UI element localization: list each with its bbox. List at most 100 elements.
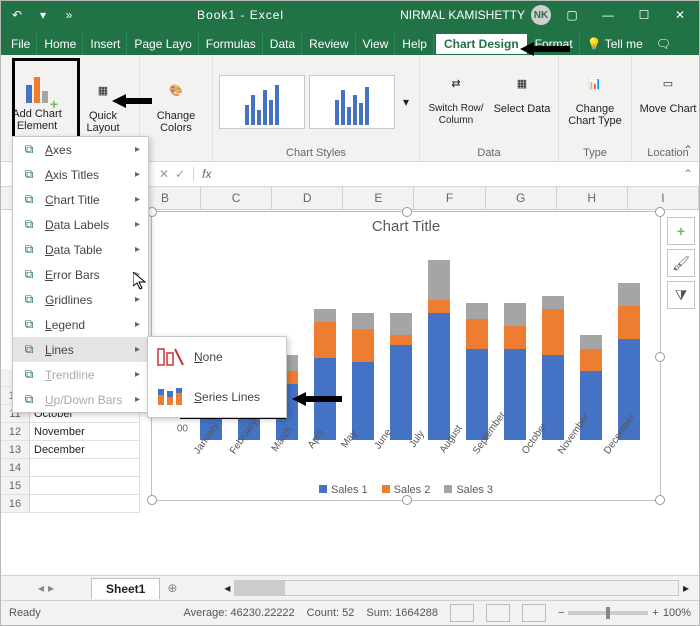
bar-segment[interactable] [314, 322, 336, 358]
submenu-item-series-lines[interactable]: Series Lines [148, 377, 286, 417]
select-data-button[interactable]: ▦ Select Data [492, 65, 552, 139]
bar-segment[interactable] [390, 335, 412, 345]
change-chart-type-button[interactable]: 📊 Change Chart Type [565, 65, 625, 139]
switch-row-column-button[interactable]: ⇄ Switch Row/ Column [426, 65, 486, 139]
menu-item-axis-titles[interactable]: ⧉Axis Titles▸ [13, 162, 148, 187]
menu-item-data-labels[interactable]: ⧉Data Labels▸ [13, 212, 148, 237]
resize-handle[interactable] [655, 495, 665, 505]
sheet-tab-sheet1[interactable]: Sheet1 [91, 578, 160, 599]
chart-style-1[interactable] [219, 75, 305, 129]
minimize-button[interactable]: — [593, 5, 623, 25]
tab-formulas[interactable]: Formulas [200, 33, 263, 55]
bar-segment[interactable] [390, 313, 412, 336]
bar-segment[interactable] [428, 300, 450, 313]
row-14[interactable]: 14 [1, 459, 30, 477]
menu-item-lines[interactable]: ⧉Lines▸ [13, 337, 148, 362]
tab-chart-design[interactable]: Chart Design [435, 33, 528, 55]
user-avatar[interactable]: NK [531, 5, 551, 25]
resize-handle[interactable] [402, 495, 412, 505]
bar-segment[interactable] [428, 260, 450, 299]
tab-data[interactable]: Data [264, 33, 302, 55]
chart-styles-more-button[interactable]: ▾ [399, 95, 413, 109]
collapse-ribbon-button[interactable]: ⌃ [683, 143, 693, 157]
row-15[interactable]: 15 [1, 477, 30, 495]
menu-item-axes[interactable]: ⧉Axes▸ [13, 137, 148, 162]
bar-segment[interactable] [504, 326, 526, 349]
enter-icon[interactable]: ✓ [175, 167, 185, 181]
resize-handle[interactable] [655, 207, 665, 217]
tab-insert[interactable]: Insert [84, 33, 127, 55]
bar-segment[interactable] [580, 335, 602, 348]
menu-item-error-bars[interactable]: ⧉Error Bars▸ [13, 262, 148, 287]
bar-segment[interactable] [466, 319, 488, 348]
bar-segment[interactable] [428, 313, 450, 440]
row-13[interactable]: 13 [1, 441, 30, 459]
menu-item-chart-title[interactable]: ⧉Chart Title▸ [13, 187, 148, 212]
fx-label[interactable]: fx [194, 167, 219, 181]
qat-more-button[interactable]: » [57, 5, 81, 25]
col-e[interactable]: E [343, 187, 414, 209]
bar-segment[interactable] [466, 349, 488, 440]
view-normal-button[interactable] [450, 604, 474, 622]
add-chart-element-button[interactable]: + Add Chart Element ▾ [7, 72, 67, 146]
col-d[interactable]: D [272, 187, 343, 209]
cell-a12[interactable]: November [30, 423, 140, 441]
quick-layout-button[interactable]: ▦ Quick Layout [73, 72, 133, 146]
add-sheet-button[interactable]: ⊕ [160, 581, 184, 595]
undo-button[interactable]: ↶ [5, 5, 29, 25]
sheet-nav-first[interactable]: ◂ [38, 581, 44, 595]
bar-segment[interactable] [466, 303, 488, 319]
bar-segment[interactable] [542, 296, 564, 309]
resize-handle[interactable] [402, 207, 412, 217]
maximize-button[interactable]: ☐ [629, 5, 659, 25]
tell-me[interactable]: 💡 Tell me [581, 33, 649, 55]
bar-segment[interactable] [618, 306, 640, 339]
bar-segment[interactable] [504, 303, 526, 326]
chart-styles-button[interactable]: 🖌 [667, 249, 695, 277]
chart-style-2[interactable] [309, 75, 395, 129]
chart-elements-button[interactable]: + [667, 217, 695, 245]
col-i[interactable]: I [628, 187, 699, 209]
tab-view[interactable]: View [357, 33, 396, 55]
tab-file[interactable]: File [5, 33, 37, 55]
row-12[interactable]: 12 [1, 423, 30, 441]
move-chart-button[interactable]: ▭ Move Chart [638, 65, 698, 139]
sheet-nav-prev[interactable]: ▸ [48, 581, 54, 595]
cell-a13[interactable]: December [30, 441, 140, 459]
redo-button[interactable]: ▾ [31, 5, 55, 25]
resize-handle[interactable] [655, 352, 665, 362]
zoom-level[interactable]: 100% [663, 607, 691, 619]
view-page-break-button[interactable] [522, 604, 546, 622]
col-f[interactable]: F [414, 187, 485, 209]
menu-item-legend[interactable]: ⧉Legend▸ [13, 312, 148, 337]
tab-help[interactable]: Help [396, 33, 434, 55]
zoom-control[interactable]: −+ 100% [558, 607, 691, 619]
name-box[interactable]: ✕ ✓ [151, 167, 194, 181]
comments-button[interactable]: 🗨 [650, 33, 677, 55]
resize-handle[interactable] [147, 495, 157, 505]
bar-segment[interactable] [542, 309, 564, 355]
chart-filters-button[interactable]: ⧩ [667, 281, 695, 309]
tab-page-layout[interactable]: Page Layo [128, 33, 198, 55]
cancel-icon[interactable]: ✕ [159, 167, 169, 181]
bar-segment[interactable] [580, 349, 602, 372]
bar-segment[interactable] [352, 329, 374, 362]
submenu-item-none[interactable]: None [148, 337, 286, 377]
tab-home[interactable]: Home [38, 33, 83, 55]
bar-segment[interactable] [314, 309, 336, 322]
expand-formula-bar-button[interactable]: ⌃ [677, 167, 699, 181]
horizontal-scrollbar[interactable]: ◂ ▸ [214, 580, 699, 596]
menu-item-gridlines[interactable]: ⧉Gridlines▸ [13, 287, 148, 312]
view-page-layout-button[interactable] [486, 604, 510, 622]
cell-a14[interactable] [30, 459, 140, 477]
close-button[interactable]: ✕ [665, 5, 695, 25]
bar-segment[interactable] [618, 283, 640, 306]
change-colors-button[interactable]: 🎨 Change Colors [146, 72, 206, 146]
cell-a15[interactable] [30, 477, 140, 495]
tab-format[interactable]: Format [529, 33, 580, 55]
row-16[interactable]: 16 [1, 495, 30, 513]
menu-item-data-table[interactable]: ⧉Data Table▸ [13, 237, 148, 262]
cell-a16[interactable] [30, 495, 140, 513]
ribbon-display-button[interactable]: ▢ [557, 5, 587, 25]
col-c[interactable]: C [201, 187, 272, 209]
